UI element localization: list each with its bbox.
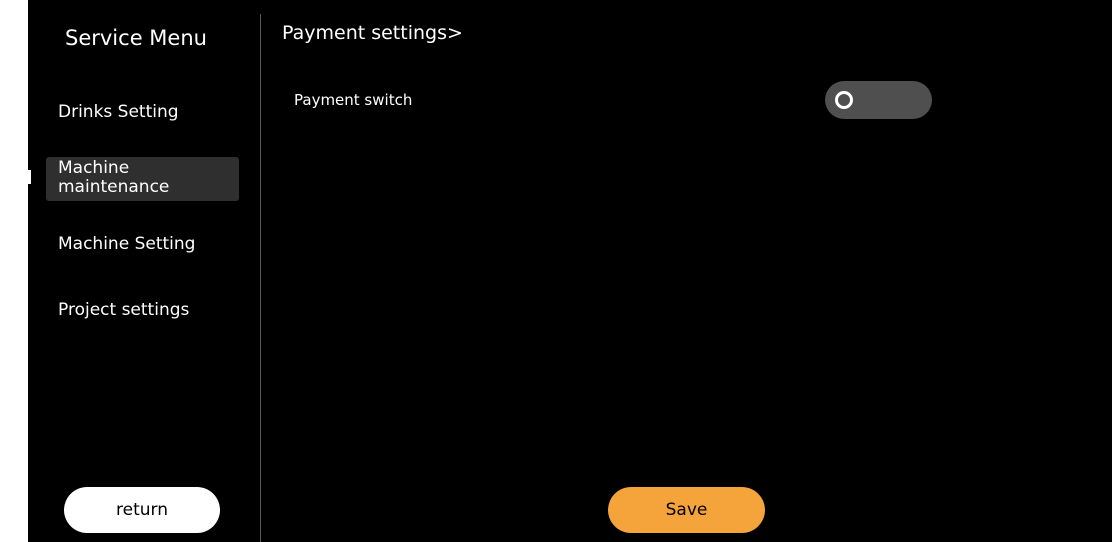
sidebar: Service Menu Drinks Setting Machine main… [28, 0, 260, 542]
page-title: Payment settings> [282, 22, 463, 44]
sidebar-item-project-settings[interactable]: Project settings [58, 300, 189, 320]
return-button[interactable]: return [64, 487, 220, 533]
sidebar-item-drinks-setting[interactable]: Drinks Setting [58, 102, 179, 122]
payment-switch-label: Payment switch [294, 91, 413, 109]
save-button[interactable]: Save [608, 487, 765, 533]
active-item-indicator [28, 170, 31, 184]
sidebar-item-machine-setting[interactable]: Machine Setting [58, 234, 195, 254]
sidebar-divider [260, 14, 261, 542]
sidebar-title: Service Menu [65, 26, 207, 50]
payment-switch-toggle[interactable] [825, 81, 932, 119]
sidebar-item-machine-maintenance[interactable]: Machine maintenance [46, 157, 239, 201]
toggle-knob-icon [835, 91, 853, 109]
service-screen: Service Menu Drinks Setting Machine main… [28, 0, 1112, 542]
